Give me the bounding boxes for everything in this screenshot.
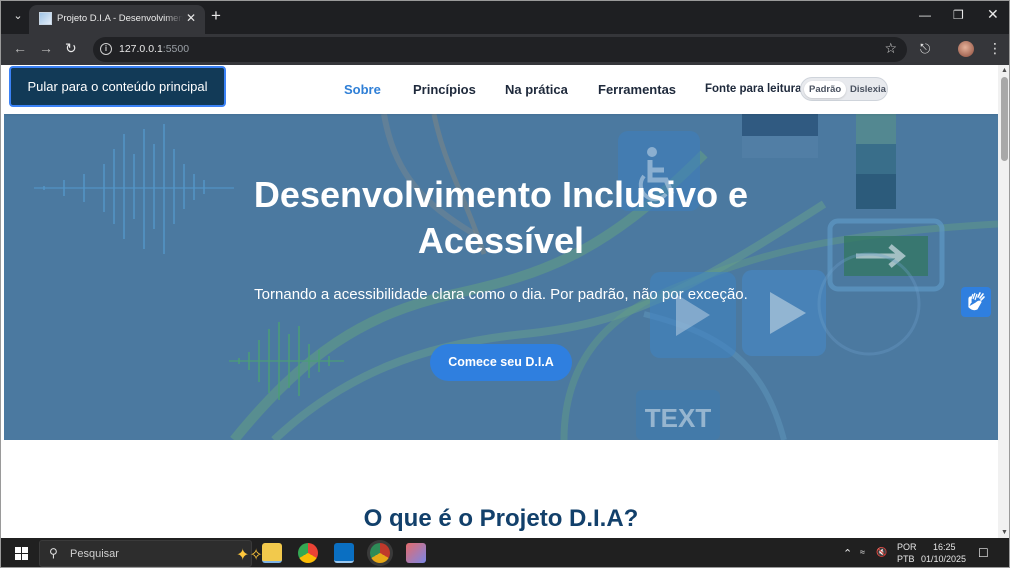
notification-icon[interactable]: ☐: [978, 546, 989, 560]
windows-taskbar: ⚲ Pesquisar ✦✧ ⌃ ≈ 🔇 POR PTB 16:25 01/10…: [1, 538, 1009, 567]
bookmark-star-icon[interactable]: ☆: [884, 40, 897, 57]
profile-avatar[interactable]: [958, 41, 974, 57]
forward-icon[interactable]: →: [39, 40, 53, 56]
hero-subtitle: Tornando a acessibilidade clara como o d…: [254, 286, 748, 303]
section-title: O que é o Projeto D.I.A?: [363, 505, 639, 532]
url-text: 127.0.0.1:5500: [119, 43, 189, 55]
taskbar-search-placeholder: Pesquisar: [70, 548, 119, 560]
font-option-dislexia[interactable]: Dislexia: [845, 81, 891, 98]
hero-title-line1: Desenvolvimento Inclusivo e: [253, 174, 749, 215]
url-port: :5500: [162, 43, 190, 55]
vlibras-hands-icon[interactable]: [961, 287, 991, 317]
chrome-icon[interactable]: [298, 543, 318, 563]
hero-title-line2: Acessível: [417, 220, 585, 261]
browser-toolbar: ← → ↻ i 127.0.0.1:5500 ☆ ⎋ ⋮: [1, 34, 1009, 65]
window-close-icon[interactable]: ✕: [987, 6, 999, 23]
nav-item-sobre[interactable]: Sobre: [344, 82, 381, 97]
minimize-icon[interactable]: —: [919, 8, 931, 22]
site-info-icon[interactable]: i: [100, 43, 112, 55]
back-icon[interactable]: ←: [13, 40, 27, 56]
new-tab-icon[interactable]: +: [211, 6, 221, 26]
tab-search-icon[interactable]: ⌄: [11, 9, 25, 25]
language-top[interactable]: POR: [897, 542, 917, 552]
screen: ⌄ Projeto D.I.A - Desenvolvimento Inclus…: [0, 0, 1010, 568]
extensions-icon[interactable]: ⎋: [920, 41, 930, 57]
hero-background-illustration: TEXT: [4, 114, 998, 440]
url-host: 127.0.0.1: [119, 43, 163, 55]
tray-chevron-icon[interactable]: ⌃: [843, 547, 852, 560]
paint-app-icon[interactable]: [406, 543, 426, 563]
taskbar-search[interactable]: ⚲ Pesquisar ✦✧: [39, 540, 263, 567]
browser-tab[interactable]: Projeto D.I.A - Desenvolvimento Inclusiv…: [29, 5, 205, 34]
windows-start-icon[interactable]: [15, 547, 28, 560]
copilot-sparkle-icon[interactable]: ✦✧: [236, 545, 263, 565]
restore-icon[interactable]: ❐: [953, 8, 964, 22]
vscode-icon[interactable]: [334, 543, 354, 563]
skip-to-content-link[interactable]: Pular para o conteúdo principal: [9, 66, 226, 107]
site-header: Pular para o conteúdo principal Sobre Pr…: [4, 65, 998, 114]
address-bar[interactable]: i 127.0.0.1:5500 ☆: [93, 37, 907, 62]
reload-icon[interactable]: ↻: [65, 40, 77, 57]
favicon-icon: [39, 12, 52, 25]
menu-kebab-icon[interactable]: ⋮: [988, 40, 1002, 57]
nav-item-principios[interactable]: Princípios: [413, 82, 476, 97]
hero-banner: TEXT Desenvolvimento Inclusivo e Acessív…: [4, 114, 998, 440]
chrome-profile-icon[interactable]: [370, 543, 390, 563]
font-toggle[interactable]: Padrão Dislexia: [800, 77, 888, 101]
scroll-down-icon[interactable]: ▼: [1001, 529, 1008, 536]
tab-close-icon[interactable]: ✕: [186, 11, 196, 25]
scroll-up-icon[interactable]: ▲: [1001, 67, 1008, 74]
search-icon: ⚲: [49, 546, 58, 560]
page-scrollbar[interactable]: ▲ ▼: [998, 65, 1009, 538]
language-bottom[interactable]: PTB: [897, 554, 915, 564]
page-viewport: Pular para o conteúdo principal Sobre Pr…: [4, 65, 998, 538]
hero-title: Desenvolvimento Inclusivo e Acessível: [151, 172, 851, 264]
scroll-thumb[interactable]: [1001, 77, 1008, 161]
volume-muted-icon[interactable]: 🔇: [876, 547, 887, 558]
wifi-icon[interactable]: ≈: [860, 547, 865, 557]
font-option-padrao[interactable]: Padrão: [804, 81, 847, 98]
start-dia-button[interactable]: Comece seu D.I.A: [430, 344, 572, 381]
nav-item-ferramentas[interactable]: Ferramentas: [598, 82, 676, 97]
browser-tab-strip: ⌄ Projeto D.I.A - Desenvolvimento Inclus…: [1, 1, 1009, 34]
nav-item-na-pratica[interactable]: Na prática: [505, 82, 568, 97]
clock-time[interactable]: 16:25: [933, 542, 956, 552]
clock-date[interactable]: 01/10/2025: [921, 554, 966, 564]
file-explorer-icon[interactable]: [262, 543, 282, 563]
font-toggle-label: Fonte para leitura: [705, 83, 802, 95]
tab-title: Projeto D.I.A - Desenvolvimento Inclusiv…: [57, 13, 183, 24]
